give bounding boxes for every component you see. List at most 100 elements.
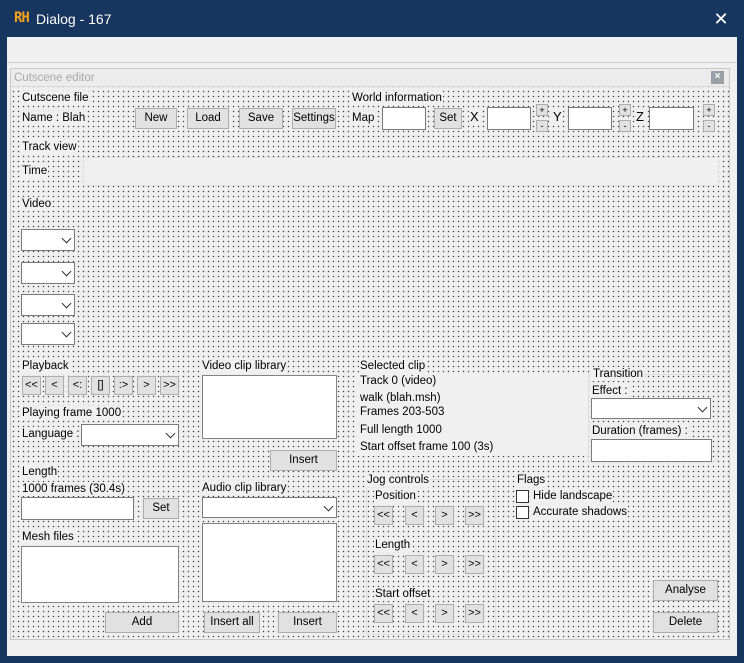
play-backward-button[interactable]: <: [68,376,87,395]
window-close-icon[interactable]: ✕ [708,6,734,32]
editor-header: Cutscene editor × [11,69,729,87]
delete-button[interactable]: Delete [653,612,718,633]
app-logo-icon: RH [14,10,30,26]
length-jog-forward-fast-button[interactable]: >> [465,555,484,574]
start-offset-label: Start offset [374,587,432,601]
video-label: Video [21,197,53,211]
offset-jog-back-fast-button[interactable]: << [374,604,393,623]
y-decrement-button[interactable]: - [619,120,631,132]
effect-select[interactable] [591,398,711,419]
accurate-shadows-checkbox[interactable] [516,506,529,519]
length-set-button[interactable]: Set [143,498,179,519]
map-label: Map [351,111,376,125]
clip-start-offset-text: Start offset frame 100 (3s) [359,440,495,454]
clip-frames-text: Frames 203-503 [359,405,446,419]
y-input[interactable] [568,107,612,130]
selected-clip-group-label: Selected clip [359,359,427,373]
length-group-label: Length [21,465,59,479]
length-jog-back-button[interactable]: < [405,555,424,574]
step-forward-button[interactable]: > [137,376,156,395]
chevron-down-icon [323,501,334,511]
map-input[interactable] [382,107,426,130]
load-button[interactable]: Load [187,108,229,129]
position-jog-back-fast-button[interactable]: << [374,506,393,525]
time-label: Time [21,164,49,178]
save-button[interactable]: Save [239,108,283,129]
hide-landscape-label: Hide landscape [532,489,614,503]
video-insert-button[interactable]: Insert [270,450,337,471]
video-clip-list[interactable] [202,375,337,439]
mesh-files-group-label: Mesh files [21,530,75,544]
clip-track-text: Track 0 (video) [359,374,438,388]
x-label: X [469,109,480,124]
duration-label: Duration (frames) : [591,424,689,438]
x-decrement-button[interactable]: - [536,120,548,132]
track-select-1[interactable] [21,229,75,251]
y-label: Y [552,109,563,124]
length-value-text: 1000 frames (30.4s) [21,482,126,496]
add-mesh-button[interactable]: Add [105,612,179,633]
track-select-3[interactable] [21,294,75,316]
track-view-group-label: Track view [21,140,78,154]
stop-button[interactable]: [] [91,376,110,395]
track-select-4[interactable] [21,323,75,345]
x-increment-button[interactable]: + [536,104,548,116]
chevron-down-icon [697,402,708,412]
z-input[interactable] [649,107,694,130]
audio-library-group-label: Audio clip library [201,481,288,495]
settings-button[interactable]: Settings [292,108,336,129]
position-jog-forward-fast-button[interactable]: >> [465,506,484,525]
track-select-2[interactable] [21,262,75,284]
language-label: Language : [21,427,81,441]
duration-input[interactable] [591,439,712,462]
jog-length-label: Length [374,538,412,552]
editor-close-icon[interactable]: × [711,71,724,84]
hide-landscape-checkbox[interactable] [516,490,529,503]
length-jog-back-fast-button[interactable]: << [374,555,393,574]
y-increment-button[interactable]: + [619,104,631,116]
language-select[interactable] [81,424,179,446]
audio-clip-list[interactable] [202,523,337,602]
offset-jog-back-button[interactable]: < [405,604,424,623]
chevron-down-icon [61,327,72,338]
analyse-button[interactable]: Analyse [653,580,718,601]
cutscene-name-text: Name : Blah [21,111,87,125]
playback-group-label: Playback [21,359,70,373]
accurate-shadows-label: Accurate shadows [532,505,628,519]
selected-clip-info: Track 0 (video) walk (blah.msh) Frames 2… [356,374,588,456]
video-library-group-label: Video clip library [201,359,288,373]
playing-frame-text: Playing frame 1000 [21,406,123,420]
offset-jog-forward-button[interactable]: > [435,604,454,623]
audio-insert-button[interactable]: Insert [278,612,337,633]
effect-label: Effect : [591,384,629,398]
forward-end-button[interactable]: >> [160,376,179,395]
map-set-button[interactable]: Set [434,108,462,129]
cutscene-file-group-label: Cutscene file [21,91,90,105]
cutscene-editor-panel: Cutscene editor × Cutscene file Name : B… [10,68,730,640]
window-title: Dialog - 167 [36,11,112,27]
chevron-down-icon [61,233,72,244]
step-back-button[interactable]: < [45,376,64,395]
transition-group-label: Transition [592,367,645,381]
chevron-down-icon [61,298,72,309]
audio-library-select[interactable] [202,497,337,518]
length-input[interactable] [21,497,134,520]
new-button[interactable]: New [135,108,177,129]
position-jog-back-button[interactable]: < [405,506,424,525]
position-jog-forward-button[interactable]: > [435,506,454,525]
time-track[interactable] [83,157,719,186]
mesh-files-list[interactable] [21,546,179,603]
offset-jog-forward-fast-button[interactable]: >> [465,604,484,623]
z-decrement-button[interactable]: - [703,120,715,132]
jog-controls-group-label: Jog controls [366,473,431,487]
x-input[interactable] [487,107,531,130]
chevron-down-icon [61,266,72,277]
z-increment-button[interactable]: + [703,104,715,116]
menu-bar [7,37,737,63]
play-forward-button[interactable]: :> [114,376,133,395]
clip-name-text: walk (blah.msh) [359,391,442,405]
position-label: Position [374,489,417,503]
length-jog-forward-button[interactable]: > [435,555,454,574]
rewind-start-button[interactable]: << [22,376,41,395]
insert-all-button[interactable]: Insert all [204,612,260,633]
